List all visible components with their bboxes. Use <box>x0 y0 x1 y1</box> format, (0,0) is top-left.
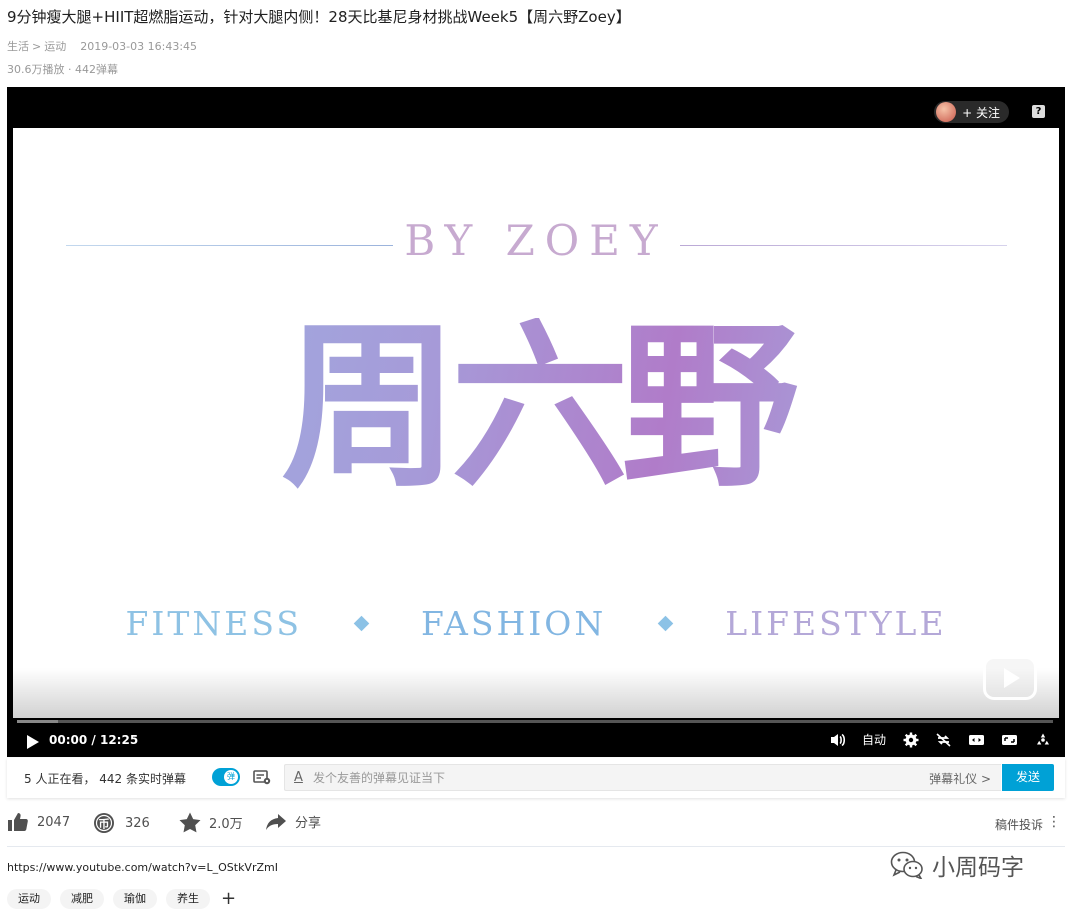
follow-label: + 关注 <box>962 105 1000 120</box>
category-link[interactable]: 生活 <box>7 40 29 53</box>
web-fullscreen-icon[interactable] <box>1001 732 1018 748</box>
progress-bar[interactable] <box>17 720 1053 723</box>
danmaku-toggle[interactable]: 弹 <box>212 768 240 786</box>
tag-list: 运动 减肥 瑜伽 养生 + <box>7 889 236 909</box>
tag-item[interactable]: 减肥 <box>60 889 104 909</box>
danmaku-etiquette-link[interactable]: 弹幕礼仪 > <box>929 770 991 787</box>
tagline-word: FITNESS <box>125 604 302 643</box>
tag-item[interactable]: 运动 <box>7 889 51 909</box>
frame-byline: BY ZOEY <box>404 216 668 265</box>
progress-fill <box>17 720 59 723</box>
star-icon <box>179 812 201 833</box>
more-options-icon[interactable]: ⋮ <box>1047 814 1061 830</box>
time-display: 00:00 / 12:25 <box>49 733 138 747</box>
diamond-separator <box>353 615 370 632</box>
coin-icon: 币 <box>94 813 114 833</box>
follow-button[interactable]: + 关注 <box>934 101 1009 123</box>
tagline-word: FASHION <box>420 604 607 643</box>
time-current: 00:00 <box>49 733 88 747</box>
help-icon[interactable]: ? <box>1032 105 1045 118</box>
share-button[interactable]: 分享 <box>265 812 321 831</box>
time-total: 12:25 <box>99 733 139 747</box>
danmaku-settings-icon[interactable] <box>253 769 271 785</box>
tagline-word: LIFESTYLE <box>725 604 947 643</box>
video-player[interactable]: + 关注 ? BY ZOEY 周六野 FITNESS FASHION LIFES… <box>7 87 1065 757</box>
description-url[interactable]: https://www.youtube.com/watch?v=L_OStkVr… <box>7 861 278 874</box>
frame-tagline: FITNESS FASHION LIFESTYLE <box>13 604 1059 643</box>
like-button[interactable]: 2047 <box>7 812 70 832</box>
fullscreen-icon[interactable] <box>1034 732 1051 748</box>
share-arrow-icon <box>266 813 286 830</box>
coin-count: 326 <box>125 815 150 831</box>
frame-brand-logo: 周六野 <box>13 318 1059 496</box>
quality-selector[interactable]: 自动 <box>862 731 886 748</box>
video-stats: 30.6万播放 · 442弹幕 <box>7 63 118 76</box>
video-frame[interactable]: BY ZOEY 周六野 FITNESS FASHION LIFESTYLE <box>13 128 1059 718</box>
video-meta: 生活 > 运动 2019-03-03 16:43:45 <box>7 38 197 54</box>
coin-button[interactable]: 币 326 <box>93 812 150 834</box>
video-title: 9分钟瘦大腿+HIIT超燃脂运动，针对大腿内侧！28天比基尼身材挑战Week5【… <box>7 8 631 26</box>
report-link[interactable]: 稿件投诉 <box>995 816 1043 833</box>
settings-gear-icon[interactable] <box>902 732 919 748</box>
publish-date: 2019-03-03 16:43:45 <box>80 40 198 53</box>
breadcrumb-separator: > <box>32 40 42 53</box>
volume-icon[interactable] <box>829 732 846 748</box>
like-count: 2047 <box>37 814 71 830</box>
danmaku-input-wrap: A 弹幕礼仪 > <box>284 764 1001 791</box>
viewers-count: 5 人正在看， 442 条实时弹幕 <box>24 772 186 786</box>
play-icon[interactable] <box>27 735 39 749</box>
danmaku-style-icon[interactable]: A <box>294 770 303 785</box>
thumbs-up-icon <box>8 813 28 831</box>
danmaku-bar: 5 人正在看， 442 条实时弹幕 弹 A 弹幕礼仪 > 发送 <box>7 758 1065 798</box>
add-tag-button[interactable]: + <box>221 889 236 909</box>
subcategory-link[interactable]: 运动 <box>44 40 66 53</box>
video-actions: 2047 币 326 2.0万 分享 稿件投诉 ⋮ <box>7 808 1067 838</box>
tag-item[interactable]: 养生 <box>166 889 210 909</box>
time-separator: / <box>91 733 96 747</box>
share-label: 分享 <box>295 816 322 831</box>
danmaku-input[interactable] <box>313 765 913 790</box>
uploader-avatar <box>936 102 957 122</box>
loop-icon[interactable] <box>935 732 952 748</box>
diamond-separator <box>657 615 674 632</box>
svg-text:币: 币 <box>99 818 110 831</box>
section-divider <box>7 846 1065 847</box>
big-play-tv-icon[interactable] <box>983 656 1037 700</box>
tag-item[interactable]: 瑜伽 <box>113 889 157 909</box>
favorite-count: 2.0万 <box>209 817 243 832</box>
control-bar: 00:00 / 12:25 自动 <box>7 727 1065 755</box>
wechat-icon <box>890 851 923 879</box>
watermark-text: 小周码字 <box>932 855 1024 881</box>
favorite-button[interactable]: 2.0万 <box>179 812 243 833</box>
watermark: 小周码字 <box>890 848 1024 882</box>
widescreen-icon[interactable] <box>968 732 985 748</box>
send-danmaku-button[interactable]: 发送 <box>1002 764 1054 791</box>
danmaku-toggle-knob: 弹 <box>224 770 238 784</box>
decorative-line-right <box>680 245 1007 246</box>
